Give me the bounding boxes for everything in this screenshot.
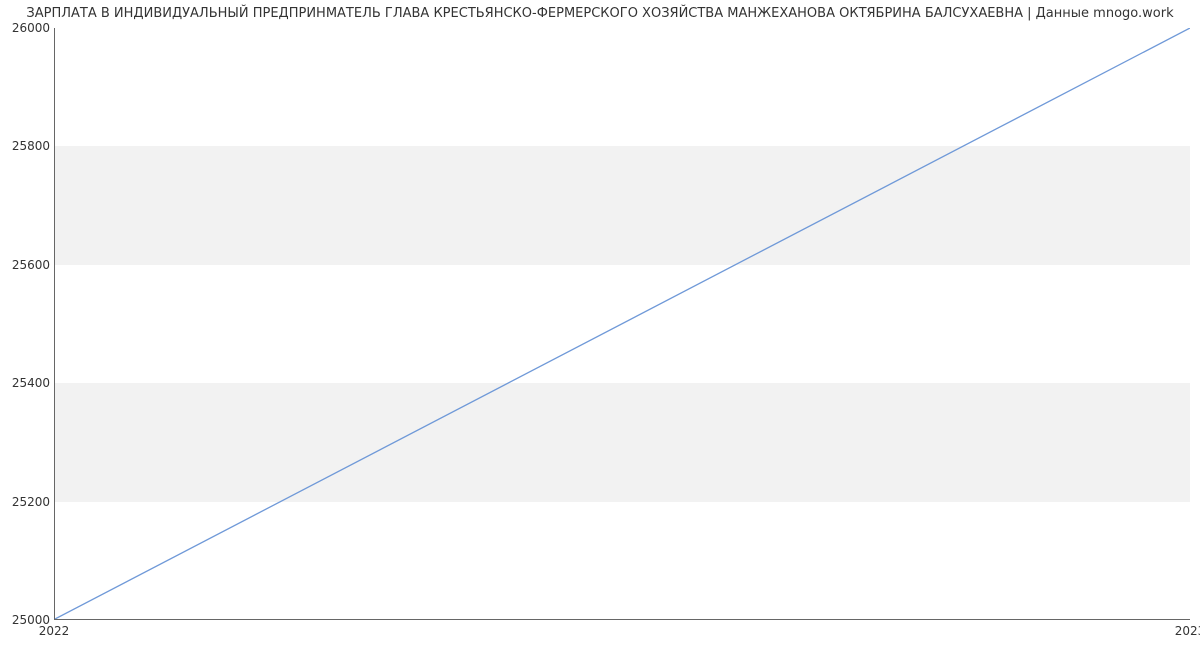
y-tick-label: 26000 (6, 21, 50, 35)
y-tick-label: 25200 (6, 495, 50, 509)
x-tick-label: 2023 (1175, 624, 1200, 638)
x-tick-label: 2022 (39, 624, 70, 638)
grid-band (55, 383, 1190, 501)
grid-band (55, 146, 1190, 264)
line-series (55, 28, 1190, 619)
y-tick-label: 25800 (6, 139, 50, 153)
y-tick-label: 25400 (6, 376, 50, 390)
plot-area (54, 28, 1190, 620)
salary-line-chart: ЗАРПЛАТА В ИНДИВИДУАЛЬНЫЙ ПРЕДПРИНМАТЕЛЬ… (0, 0, 1200, 650)
y-tick-label: 25600 (6, 258, 50, 272)
chart-title: ЗАРПЛАТА В ИНДИВИДУАЛЬНЫЙ ПРЕДПРИНМАТЕЛЬ… (0, 6, 1200, 21)
